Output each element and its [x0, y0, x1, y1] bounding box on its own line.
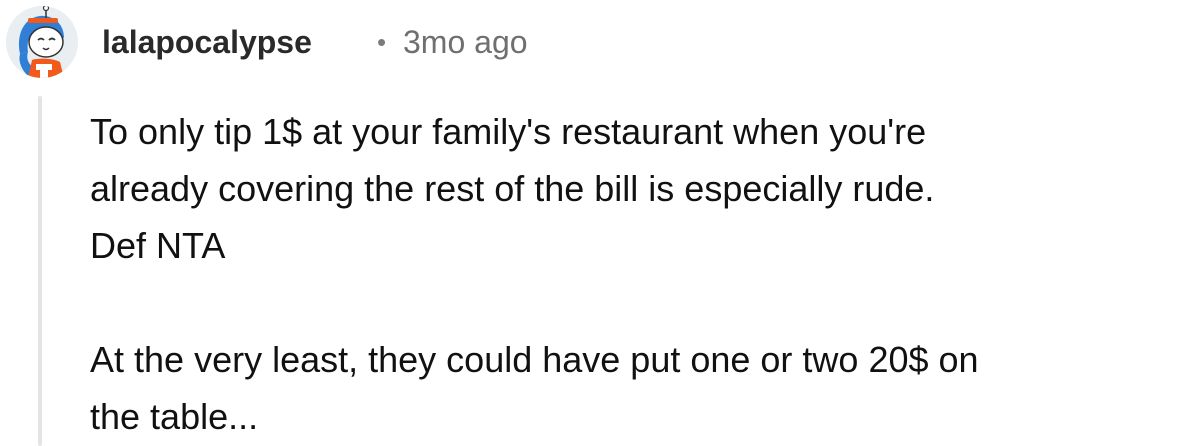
thread-line[interactable]: [38, 96, 42, 446]
comment-header: lalapocalypse • 3mo ago: [0, 0, 1180, 86]
avatar[interactable]: [6, 6, 78, 78]
timestamp[interactable]: 3mo ago: [403, 22, 528, 62]
separator-dot: •: [377, 27, 387, 57]
comment-paragraph: To only tip 1$ at your family's restaura…: [90, 111, 935, 266]
snoo-avatar-icon: [6, 6, 78, 78]
comment: lalapocalypse • 3mo ago To only tip 1$ a…: [0, 0, 1180, 446]
username-link[interactable]: lalapocalypse: [102, 22, 312, 62]
comment-paragraph: At the very least, they could have put o…: [90, 339, 979, 437]
comment-body: To only tip 1$ at your family's restaura…: [90, 103, 1175, 445]
